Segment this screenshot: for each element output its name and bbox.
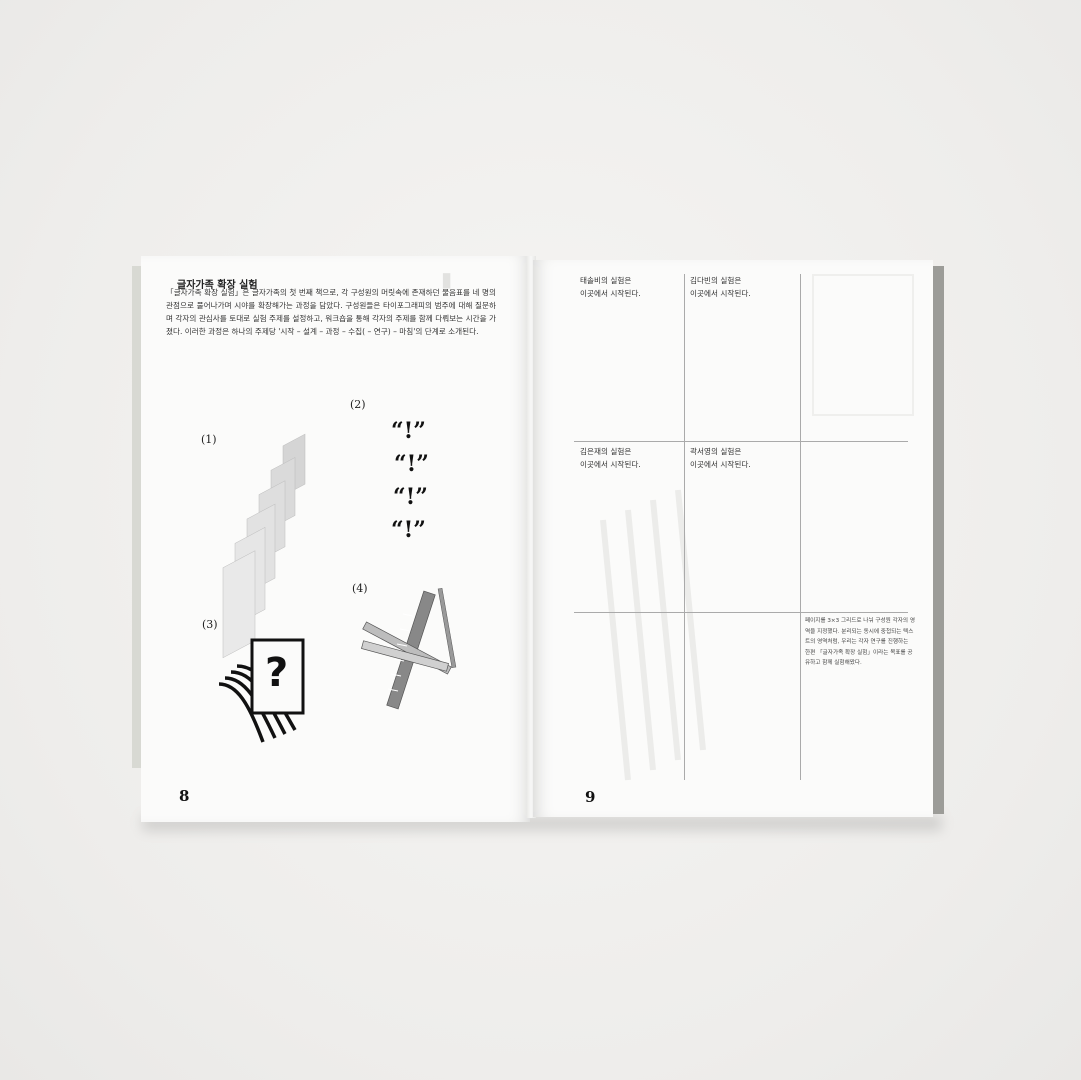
page-number-right: 9 [585, 788, 596, 806]
grid-cell-text: 김다빈의 실험은 이곳에서 시작된다. [690, 274, 751, 300]
stacked-cards-illustration [222, 433, 306, 659]
crossed-rulers-illustration [361, 587, 457, 710]
figure-label-2: (2) [350, 398, 366, 411]
question-mark-glyph: ? [265, 650, 289, 696]
quote-glyph-row: “!” [391, 418, 426, 444]
cell-line: 태솔비의 실험은 [580, 276, 632, 285]
grid-line-vertical [800, 274, 801, 780]
cell-line: 이곳에서 시작된다. [580, 460, 641, 469]
grid-note-text: 페이지를 3×3 그리드로 나눠 구성원 각자의 영역을 지정했다. 분리되는 … [805, 618, 915, 666]
grid-cell-text: 태솔비의 실험은 이곳에서 시작된다. [580, 274, 641, 300]
show-through-shapes [600, 274, 914, 781]
cell-line: 이곳에서 시작된다. [580, 289, 641, 298]
grid-line-vertical [684, 274, 685, 780]
quote-glyph-row: “!” [391, 517, 426, 543]
grid-line-horizontal [574, 441, 908, 442]
cell-line: 김다빈의 실험은 [690, 276, 742, 285]
cell-line: 이곳에서 시작된다. [690, 289, 751, 298]
cell-line: 김은재의 실험은 [580, 447, 632, 456]
grid-cell-text: 곽서영의 실험은 이곳에서 시작된다. [690, 445, 751, 471]
right-page: 태솔비의 실험은 이곳에서 시작된다. 김다빈의 실험은 이곳에서 시작된다. … [533, 260, 933, 817]
figure-label-3: (3) [202, 618, 218, 631]
page-number-left: 8 [179, 787, 190, 805]
grid-line-horizontal [574, 612, 908, 613]
quote-glyph-row: “!” [393, 484, 428, 510]
intro-paragraph: 「글자가족 확장 실험」은 글자가족의 첫 번째 책으로, 각 구성원의 머릿속… [166, 288, 496, 336]
cell-line: 이곳에서 시작된다. [690, 460, 751, 469]
grid-cell-text: 김은재의 실험은 이곳에서 시작된다. [580, 445, 641, 471]
left-page: ▮ 글자가족 확장 실험 「글자가족 확장 실험」은 글자가족의 첫 번째 책으… [141, 256, 530, 822]
cell-line: 곽서영의 실험은 [690, 447, 742, 456]
quote-glyph-row: “!” [394, 451, 429, 477]
